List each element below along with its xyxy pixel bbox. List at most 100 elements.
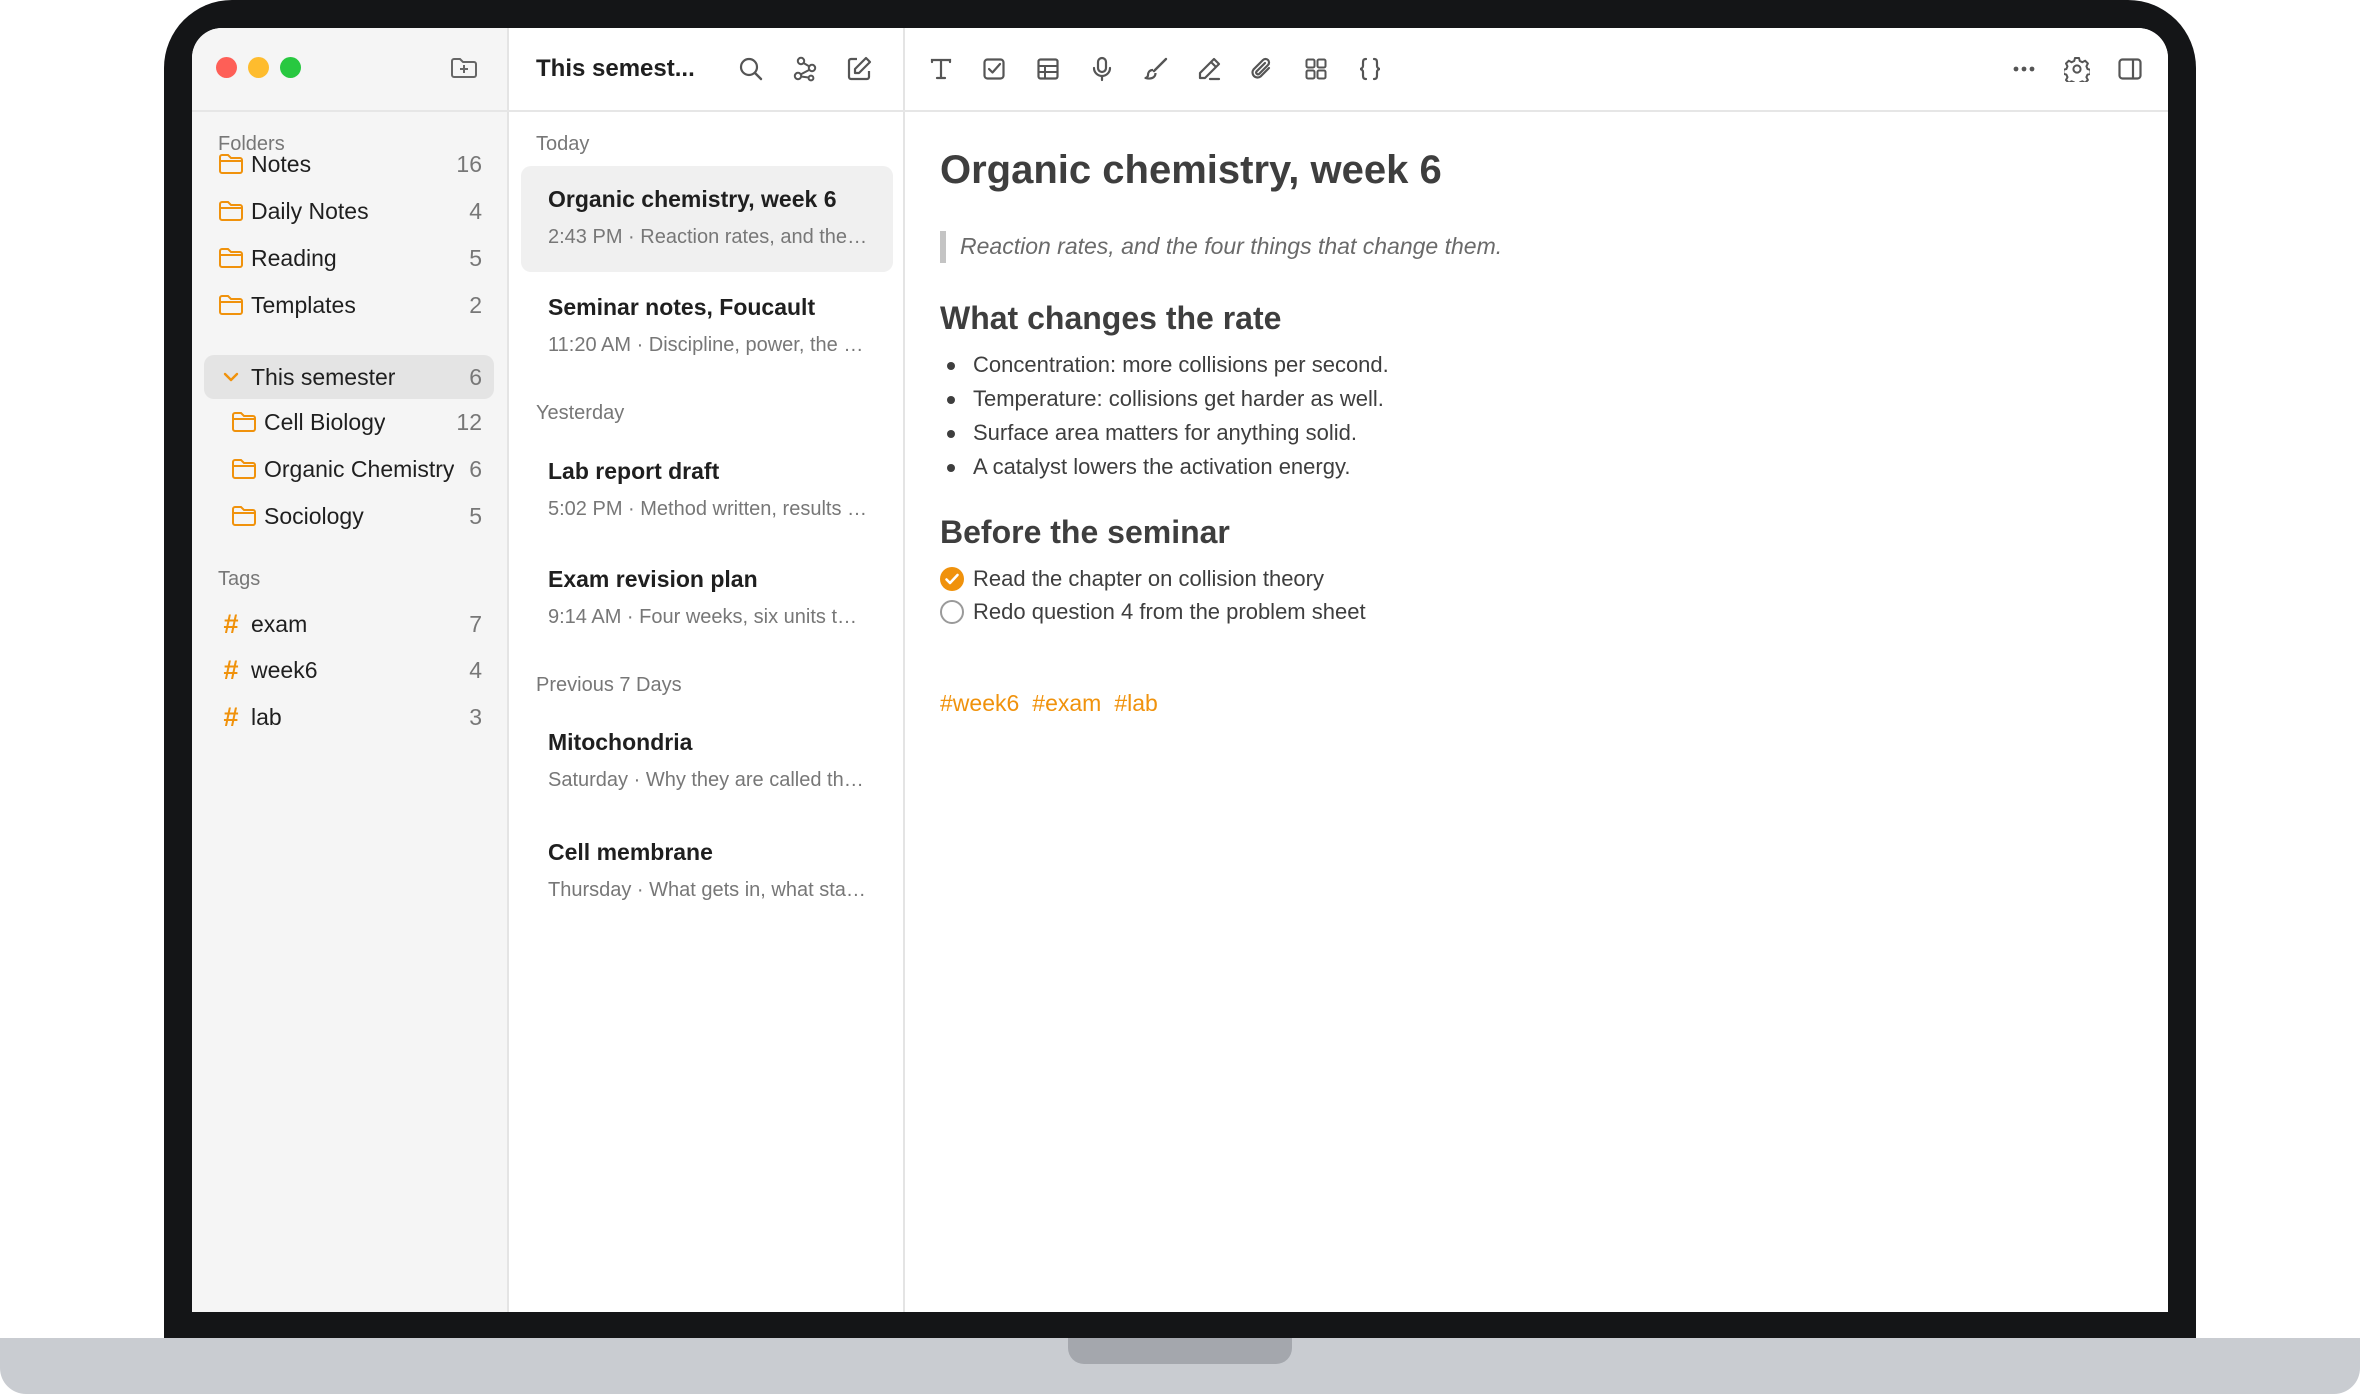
compose-icon[interactable] (845, 55, 873, 83)
list-item[interactable]: A catalyst lowers the activation energy. (940, 450, 1389, 484)
tag-label: week6 (251, 657, 318, 683)
table-icon[interactable] (1032, 54, 1064, 84)
list-item[interactable]: Surface area matters for anything solid. (940, 416, 1389, 450)
tag-count: 7 (469, 611, 482, 637)
note-meta: Saturday · Why they are called the power… (548, 769, 868, 791)
folder-label: Organic Chemistry (264, 456, 455, 482)
task-list: Read the chapter on collision theory Red… (940, 562, 1366, 628)
tag-label: exam (251, 611, 308, 637)
folder-item-this-semester[interactable]: This semester 6 (204, 355, 494, 399)
note-blockquote[interactable]: Reaction rates, and the four things that… (940, 231, 1502, 263)
folder-label: Notes (251, 151, 312, 177)
folder-count: 12 (456, 409, 482, 435)
sidebar-toggle-icon[interactable] (2114, 54, 2146, 84)
folder-count: 2 (469, 292, 482, 318)
note-list: This semest... Today Organic chemistry, … (509, 28, 905, 1312)
task-item: Read the chapter on collision theory (940, 562, 1366, 595)
folder-item-sociology[interactable]: Sociology 5 (204, 494, 494, 538)
folder-icon (218, 152, 244, 176)
note-item-seminar-notes[interactable]: Seminar notes, Foucault 11:20 AM · Disci… (521, 274, 893, 380)
graph-icon[interactable] (791, 55, 819, 83)
search-icon[interactable] (737, 55, 765, 83)
bullet-list: Concentration: more collisions per secon… (940, 348, 1389, 484)
pencil-icon[interactable] (1193, 54, 1225, 84)
list-item[interactable]: Temperature: collisions get harder as we… (940, 382, 1389, 416)
tag-link[interactable]: #lab (1114, 690, 1157, 717)
tag-link[interactable]: #exam (1032, 690, 1101, 717)
task-text[interactable]: Read the chapter on collision theory (973, 566, 1324, 591)
folder-count: 5 (469, 245, 482, 271)
checked-checkbox[interactable] (940, 567, 964, 591)
note-item-mitochondria[interactable]: Mitochondria Saturday · Why they are cal… (521, 709, 893, 815)
note-item-exam-revision[interactable]: Exam revision plan 9:14 AM · Four weeks,… (521, 546, 893, 652)
note-title: Mitochondria (548, 729, 693, 755)
folder-icon (218, 199, 244, 223)
note-meta: 2:43 PM · Reaction rates, and the four t… (548, 226, 868, 248)
laptop-notch (1068, 1338, 1292, 1364)
close-window-button[interactable] (216, 57, 237, 78)
laptop-base (0, 1338, 2360, 1394)
note-item-cell-membrane[interactable]: Cell membrane Thursday · What gets in, w… (521, 819, 893, 925)
group-heading-yesterday: Yesterday (536, 402, 625, 424)
folder-count: 6 (469, 364, 482, 390)
note-title: Exam revision plan (548, 566, 758, 592)
note-item-lab-report[interactable]: Lab report draft 5:02 PM · Method writte… (521, 438, 893, 544)
gear-icon[interactable] (2061, 54, 2093, 84)
chevron-down-icon[interactable] (218, 365, 244, 389)
note-meta: Thursday · What gets in, what stays out (548, 879, 868, 901)
folder-label: Sociology (264, 503, 364, 529)
folder-icon (231, 504, 257, 528)
task-text[interactable]: Redo question 4 from the problem sheet (973, 599, 1366, 624)
checkbox-icon[interactable] (978, 54, 1010, 84)
unchecked-checkbox[interactable] (940, 600, 964, 624)
folder-count: 6 (469, 456, 482, 482)
microphone-icon[interactable] (1086, 54, 1118, 84)
more-icon[interactable] (2008, 54, 2040, 84)
folder-label: Cell Biology (264, 409, 386, 435)
editor-toolbar-divider (905, 110, 2168, 112)
folder-label: Reading (251, 245, 337, 271)
tag-item-lab[interactable]: # lab 3 (204, 695, 494, 739)
folder-icon (231, 457, 257, 481)
tags-heading: Tags (218, 568, 261, 590)
section-heading-seminar[interactable]: Before the seminar (940, 514, 1230, 551)
tag-item-exam[interactable]: # exam 7 (204, 602, 494, 646)
folder-item-reading[interactable]: Reading 5 (204, 236, 494, 280)
app-window: Folders Notes 16 Daily Notes 4 Reading 5… (192, 28, 2168, 1312)
code-braces-icon[interactable] (1354, 54, 1386, 84)
folder-item-notes[interactable]: Notes 16 (204, 142, 494, 186)
section-heading-rate[interactable]: What changes the rate (940, 300, 1281, 337)
tag-item-week6[interactable]: # week6 4 (204, 648, 494, 692)
window-controls (216, 57, 301, 78)
list-item[interactable]: Concentration: more collisions per secon… (940, 348, 1389, 382)
note-meta: 11:20 AM · Discipline, power, the panopt… (548, 334, 868, 356)
grid-icon[interactable] (1300, 54, 1332, 84)
note-heading[interactable]: Organic chemistry, week 6 (940, 148, 1442, 193)
text-format-icon[interactable] (925, 54, 957, 84)
note-list-title: This semest... (536, 55, 695, 82)
sidebar-divider (192, 110, 509, 112)
folder-item-daily-notes[interactable]: Daily Notes 4 (204, 189, 494, 233)
tag-count: 3 (469, 704, 482, 730)
group-heading-previous-7-days: Previous 7 Days (536, 674, 682, 696)
hashtag-icon: # (223, 609, 239, 639)
folder-item-organic-chemistry[interactable]: Organic Chemistry 6 (204, 447, 494, 491)
task-item: Redo question 4 from the problem sheet (940, 595, 1366, 628)
note-meta: 9:14 AM · Four weeks, six units to cover (548, 606, 868, 628)
minimize-window-button[interactable] (248, 57, 269, 78)
folder-plus-icon[interactable] (449, 55, 479, 81)
folder-item-templates[interactable]: Templates 2 (204, 283, 494, 327)
note-meta: 5:02 PM · Method written, results to com… (548, 498, 868, 520)
tag-link[interactable]: #week6 (940, 690, 1019, 717)
folder-count: 16 (456, 151, 482, 177)
folder-item-cell-biology[interactable]: Cell Biology 12 (204, 400, 494, 444)
folder-count: 5 (469, 503, 482, 529)
zoom-window-button[interactable] (280, 57, 301, 78)
paperclip-icon[interactable] (1246, 54, 1278, 84)
brush-icon[interactable] (1140, 54, 1172, 84)
note-title: Seminar notes, Foucault (548, 294, 816, 320)
folder-label: This semester (251, 364, 396, 390)
note-item-organic-chemistry[interactable]: Organic chemistry, week 6 2:43 PM · Reac… (521, 166, 893, 272)
editor: Organic chemistry, week 6 Reaction rates… (905, 28, 2168, 1312)
folder-icon (218, 246, 244, 270)
